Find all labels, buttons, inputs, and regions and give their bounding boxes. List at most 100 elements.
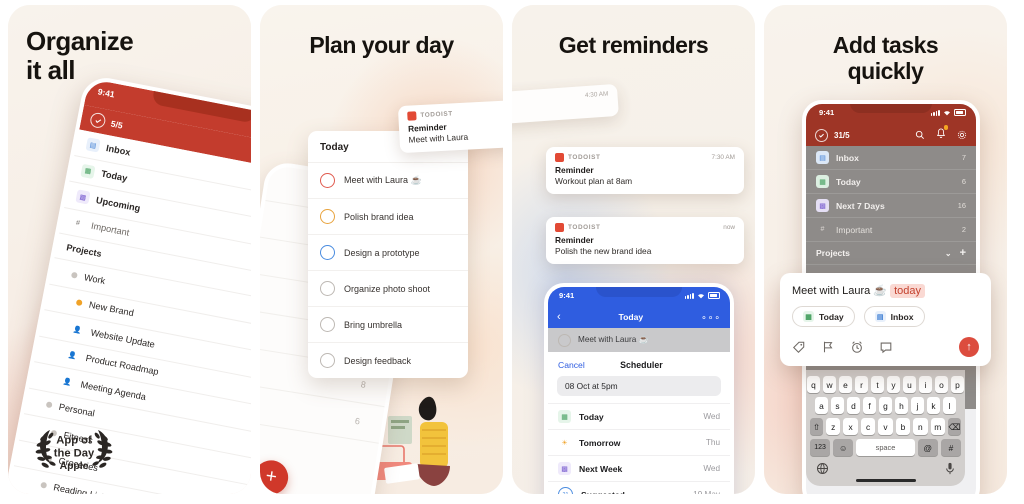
key-k[interactable]: k <box>927 397 940 414</box>
calendar-today-icon: ▦ <box>558 410 571 423</box>
at-key[interactable]: @ <box>917 439 938 456</box>
key-x[interactable]: x <box>843 418 858 435</box>
task-row[interactable]: Polish brand idea <box>308 198 468 234</box>
key-b[interactable]: b <box>895 418 911 435</box>
backspace-icon[interactable]: ⌫ <box>947 418 961 435</box>
task-checkbox[interactable] <box>558 333 571 347</box>
inbox-icon: ▤ <box>85 137 101 153</box>
key-i[interactable]: i <box>919 376 932 393</box>
cancel-button[interactable]: Cancel <box>558 360 585 370</box>
key-a[interactable]: a <box>815 397 828 414</box>
status-time-4: 9:41 <box>819 108 835 117</box>
app-of-the-day-badge: App of the Day Apple <box>35 430 113 472</box>
notification-time: now <box>723 224 735 231</box>
key-s[interactable]: s <box>831 397 844 414</box>
task-row[interactable]: Meet with Laura ☕ <box>308 162 468 198</box>
key-e[interactable]: e <box>839 376 852 393</box>
key-l[interactable]: l <box>943 397 956 414</box>
space-key[interactable]: space <box>856 439 915 456</box>
scheduler-option-suggested[interactable]: 21 Suggested 19 May <box>548 481 730 494</box>
nav-item-important[interactable]: # Important 2 <box>806 218 976 242</box>
task-row[interactable]: Organize photo shoot <box>308 270 468 306</box>
key-u[interactable]: u <box>903 376 916 393</box>
key-q[interactable]: q <box>807 376 820 393</box>
status-icons-4 <box>930 109 966 116</box>
task-row[interactable]: Design feedback <box>308 342 468 378</box>
send-arrow-up-icon[interactable]: ↑ <box>959 337 979 357</box>
globe-icon <box>816 462 829 475</box>
quick-add-card: Meet with Laura ☕ today ▦ Today ▤ Inbox … <box>780 273 991 366</box>
key-z[interactable]: z <box>826 418 841 435</box>
key-t[interactable]: t <box>871 376 884 393</box>
quick-add-input[interactable]: Meet with Laura ☕ today <box>792 284 979 298</box>
todoist-logo-icon <box>407 111 417 121</box>
key-v[interactable]: v <box>878 418 893 435</box>
nav-item-inbox[interactable]: ▤ Inbox 7 <box>806 146 976 170</box>
key-j[interactable]: j <box>911 397 924 414</box>
key-d[interactable]: d <box>847 397 860 414</box>
nav-item-next-7-days[interactable]: ▩ Next 7 Days 16 <box>806 194 976 218</box>
key-p[interactable]: p <box>951 376 964 393</box>
task-checkbox[interactable] <box>320 173 335 188</box>
key-m[interactable]: m <box>930 418 945 435</box>
notification-body: Workout plan at 8am <box>555 176 633 186</box>
scheduler-option-next-week[interactable]: ▩ Next Week Wed <box>548 455 730 481</box>
key-o[interactable]: o <box>935 376 948 393</box>
task-checkbox[interactable] <box>320 245 335 260</box>
badge-line3: Apple <box>60 461 89 472</box>
panel-title-line1: Get reminders <box>558 32 709 58</box>
comment-icon <box>880 342 892 354</box>
key-h[interactable]: h <box>895 397 908 414</box>
notification-workout[interactable]: TODOIST 7:30 AM Reminder Workout plan at… <box>546 147 744 194</box>
panel-title-line1: Add tasks <box>832 32 939 58</box>
keyboard-bottom-row <box>810 460 961 475</box>
notification-title: Reminder <box>555 235 594 245</box>
task-row[interactable]: Design a prototype <box>308 234 468 270</box>
person-icon: 👤 <box>62 377 73 387</box>
project-dot <box>70 271 78 279</box>
keyboard-row-4: 123 ☺ space @ # <box>810 439 961 456</box>
key-c[interactable]: c <box>860 418 876 435</box>
key-r[interactable]: r <box>855 376 868 393</box>
emoji-icon[interactable]: ☺ <box>833 439 854 456</box>
quick-add-date-token: today <box>890 284 925 298</box>
task-checkbox[interactable] <box>320 353 335 368</box>
avatar[interactable] <box>815 128 828 142</box>
inbox-icon: ▤ <box>816 151 829 164</box>
numeric-key[interactable]: 123 <box>810 439 831 456</box>
notification-plan[interactable]: TODOIST Reminder Meet with Laura <box>397 99 503 154</box>
chip-today[interactable]: ▦ Today <box>792 306 855 327</box>
panel-title-line2: it all <box>26 55 76 86</box>
task-checkbox[interactable] <box>320 317 335 332</box>
scheduler-option-tomorrow[interactable]: ☀ Tomorrow Thu <box>548 429 730 455</box>
bell-icon-wrapper[interactable] <box>936 125 948 144</box>
panel-title-line1: Plan your day <box>309 32 454 58</box>
avatar[interactable] <box>89 111 107 130</box>
key-f[interactable]: f <box>863 397 876 414</box>
task-checkbox[interactable] <box>320 209 335 224</box>
key-w[interactable]: w <box>823 376 836 393</box>
key-n[interactable]: n <box>913 418 928 435</box>
sun-icon: ☀ <box>561 439 568 447</box>
key-y[interactable]: y <box>887 376 900 393</box>
key-g[interactable]: g <box>879 397 892 414</box>
nav-item-today[interactable]: ▦ Today 6 <box>806 170 976 194</box>
chip-inbox[interactable]: ▤ Inbox <box>863 306 925 327</box>
task-checkbox[interactable] <box>320 281 335 296</box>
chevron-down-icon[interactable]: ⌄ <box>945 249 952 258</box>
add-task-fab[interactable]: + <box>260 457 291 494</box>
task-row[interactable]: Bring umbrella <box>308 306 468 342</box>
more-options-icon[interactable]: ∘∘∘ <box>701 312 721 323</box>
panel-add-tasks: Add tasks quickly 9:41 31/5 ▤ Inbox 7 ▦ … <box>764 5 1007 494</box>
hash-icon: # <box>75 219 81 227</box>
scheduler-option-today[interactable]: ▦ Today Wed <box>548 403 730 429</box>
scheduler-date-input[interactable]: 08 Oct at 5pm <box>557 376 721 396</box>
nav-title: Today <box>618 312 644 322</box>
task-row-selected[interactable]: Meet with Laura ☕ <box>548 328 730 352</box>
signal-icon <box>930 109 940 116</box>
hash-key[interactable]: # <box>940 439 961 456</box>
shift-icon[interactable]: ⇧ <box>810 418 824 435</box>
add-project-icon[interactable]: + <box>960 247 966 259</box>
projects-header: Projects ⌄ + <box>806 242 976 265</box>
notification-brand-idea[interactable]: TODOIST now Reminder Polish the new bran… <box>546 217 744 264</box>
